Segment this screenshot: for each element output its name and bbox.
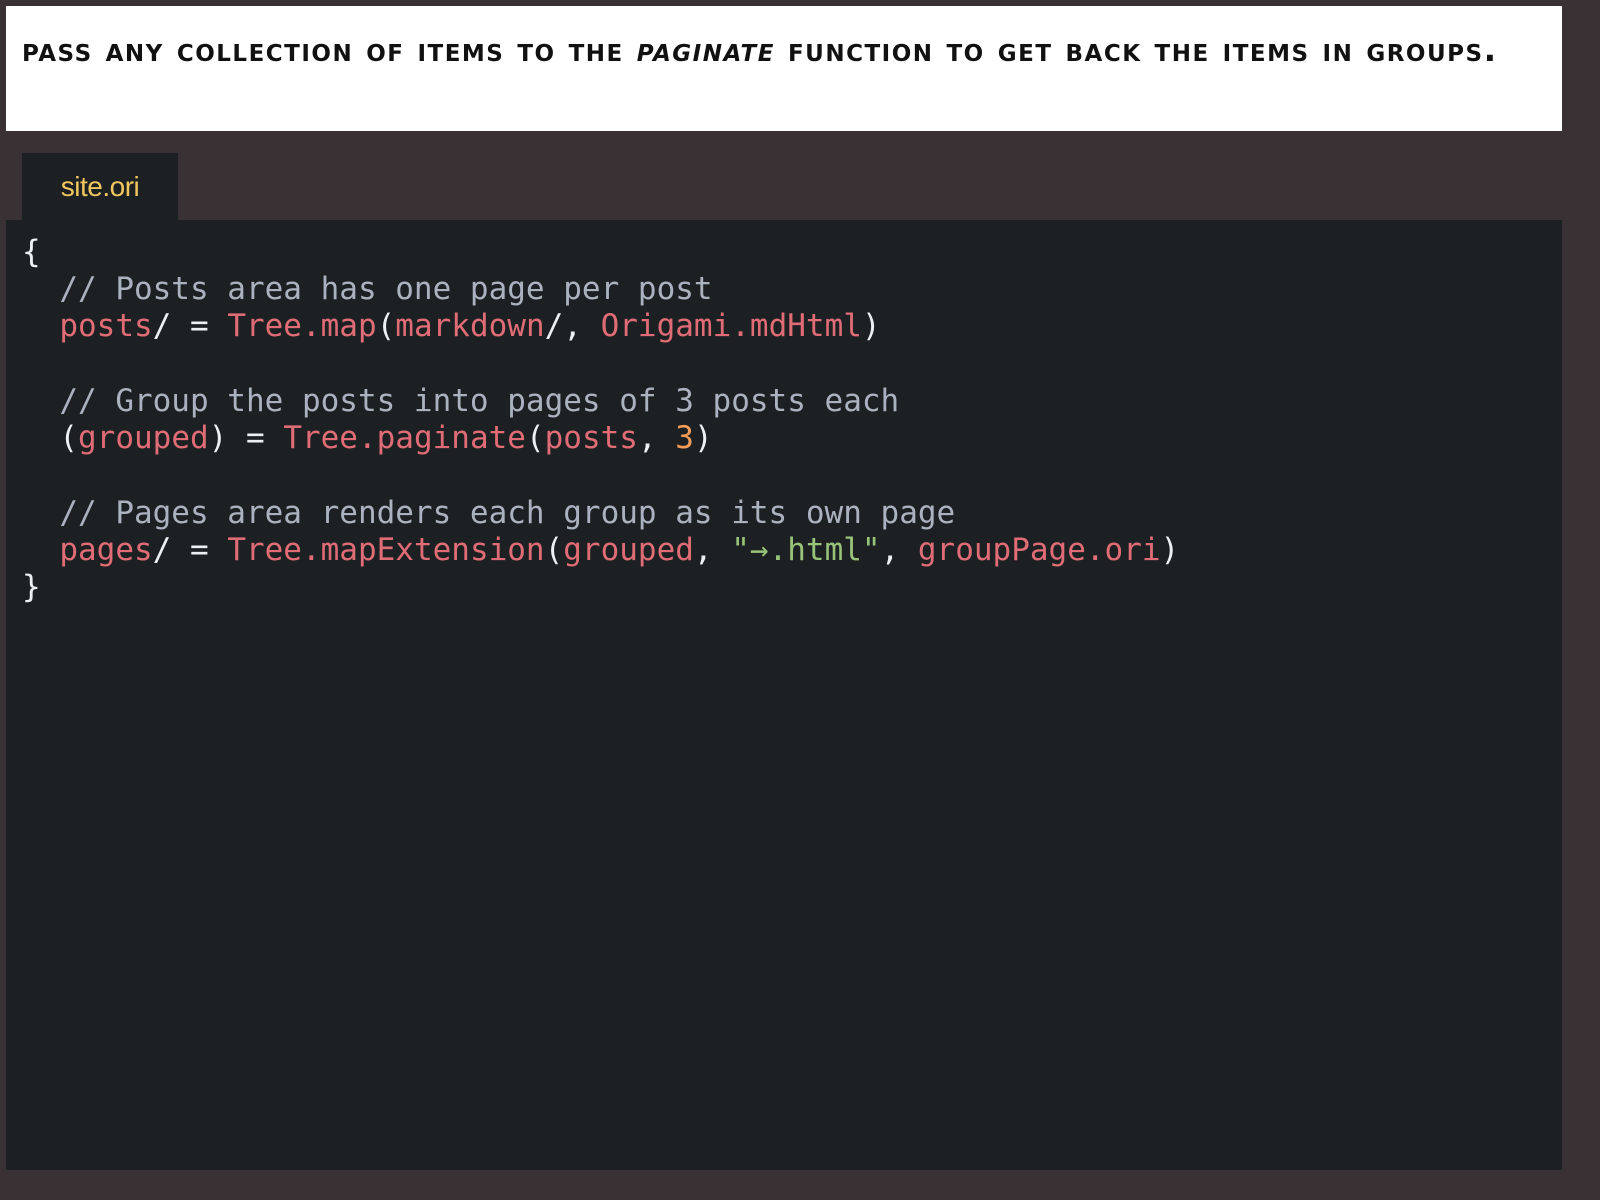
- caption-text-before: Pass any collection of items to the: [22, 30, 637, 69]
- code-token: Tree.map: [227, 308, 377, 344]
- code-token: grouped: [563, 532, 694, 568]
- caption-panel: Pass any collection of items to the pagi…: [6, 6, 1562, 131]
- tab-label: site.ori: [60, 171, 140, 202]
- code-line-8: // Pages area renders each group as its …: [22, 495, 1562, 532]
- code-token: }: [22, 569, 41, 605]
- code-token: pages: [59, 532, 153, 568]
- code-token: ,: [637, 420, 676, 456]
- code-comment: // Posts area has one page per post: [59, 271, 713, 307]
- code-comment: // Group the posts into pages of 3 posts…: [59, 383, 900, 419]
- code-line-6: (grouped) = Tree.paginate(posts, 3): [22, 420, 1562, 457]
- code-token: Tree.paginate: [283, 420, 526, 456]
- code-token: ,: [880, 532, 918, 568]
- code-token: ): [861, 308, 881, 344]
- code-token: (: [525, 420, 545, 456]
- code-number: 3: [675, 420, 694, 456]
- code-token: ) =: [208, 420, 284, 456]
- code-token: (: [59, 420, 78, 456]
- code-token: Origami.mdHtml: [600, 308, 862, 344]
- code-token: ): [693, 420, 713, 456]
- code-editor[interactable]: { // Posts area has one page per post po…: [6, 220, 1562, 1170]
- code-token: groupPage.ori: [917, 532, 1161, 568]
- code-line-10: }: [22, 569, 1562, 606]
- code-token: ,: [693, 532, 732, 568]
- code-token: {: [22, 234, 41, 270]
- code-token: grouped: [78, 420, 209, 456]
- code-token: (: [544, 532, 564, 568]
- code-token: posts: [59, 308, 153, 344]
- code-token: /,: [544, 308, 601, 344]
- code-token: markdown: [395, 308, 545, 344]
- code-token: posts: [544, 420, 638, 456]
- code-line-2: // Posts area has one page per post: [22, 271, 1562, 308]
- code-token: / =: [152, 308, 228, 344]
- code-block: { // Posts area has one page per post po…: [22, 234, 1562, 606]
- code-line-3: posts/ = Tree.map(markdown/, Origami.mdH…: [22, 308, 1562, 345]
- caption-text: Pass any collection of items to the pagi…: [22, 28, 1546, 71]
- code-string: "→.html": [731, 532, 881, 568]
- code-comment: // Pages area renders each group as its …: [59, 495, 956, 531]
- tab-site-ori[interactable]: site.ori: [22, 153, 178, 220]
- caption-emphasis: paginate: [636, 30, 775, 69]
- caption-text-after: function to get back the items in groups…: [774, 30, 1498, 69]
- code-token: Tree.mapExtension: [227, 532, 545, 568]
- code-token: ): [1160, 532, 1180, 568]
- code-line-1: {: [22, 234, 1562, 271]
- code-token: (: [376, 308, 396, 344]
- code-token: / =: [152, 532, 228, 568]
- code-line-9: pages/ = Tree.mapExtension(grouped, "→.h…: [22, 532, 1562, 569]
- code-line-5: // Group the posts into pages of 3 posts…: [22, 383, 1562, 420]
